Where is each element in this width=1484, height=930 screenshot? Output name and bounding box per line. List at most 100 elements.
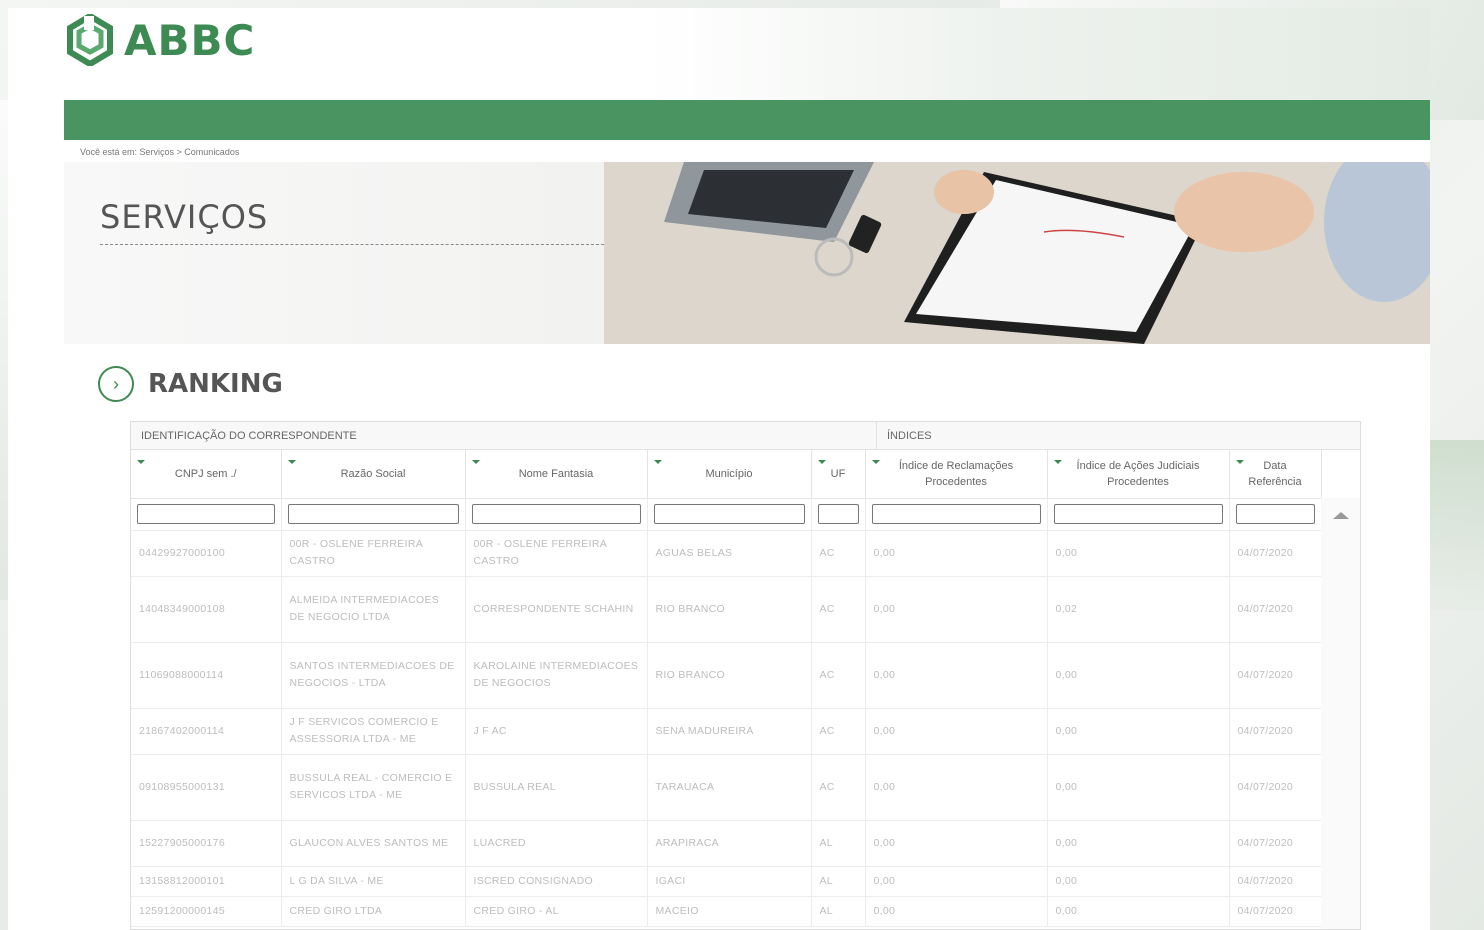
site-logo[interactable]: ABBC (64, 14, 255, 66)
filter-row (131, 498, 1322, 531)
table-cell: 15227905000176 (131, 820, 282, 867)
group-header-indices: ÍNDICES (887, 430, 932, 442)
table-cell: 04/07/2020 (1229, 866, 1322, 897)
ranking-table: IDENTIFICAÇÃO DO CORRESPONDENTE ÍNDICES … (130, 421, 1361, 930)
chevron-right-circle-icon: › (98, 366, 134, 402)
table-row[interactable]: 14048349000108 ALMEIDA INTERMEDIACOES DE … (131, 576, 1322, 643)
table-cell: ARAPIRACA (647, 820, 812, 867)
logo-mark-icon (67, 14, 113, 66)
filter-input-cnpj[interactable] (137, 503, 275, 524)
table-cell: CRED GIRO - AL (465, 896, 648, 927)
table-cell: 00R - OSLENE FERREIRA CASTRO (465, 530, 648, 577)
table-cell: RIO BRANCO (647, 576, 812, 643)
table-cell: 09108955000131 (131, 754, 282, 821)
table-cell: 04/07/2020 (1229, 754, 1322, 821)
sort-icon[interactable] (653, 460, 662, 464)
section-title: RANKING (148, 369, 283, 399)
column-header-uf[interactable]: UF (811, 450, 866, 499)
breadcrumb: Você está em: Serviços > Comunicados (80, 147, 240, 157)
table-cell: BUSSULA REAL - COMERCIO E SERVICOS LTDA … (281, 754, 466, 821)
table-cell: 0,00 (1047, 530, 1230, 577)
filter-input-uf[interactable] (817, 503, 859, 524)
table-cell: AC (811, 530, 866, 577)
table-cell: 04/07/2020 (1229, 530, 1322, 577)
column-header-municipio[interactable]: Município (647, 450, 812, 499)
filter-input-indice-acoes[interactable] (1053, 503, 1223, 524)
table-cell: 0,00 (1047, 642, 1230, 709)
column-header-indice-reclamacoes[interactable]: Índice de Reclamações Procedentes (865, 450, 1048, 499)
table-cell: 00R - OSLENE FERREIRA CASTRO (281, 530, 466, 577)
sort-icon[interactable] (1053, 460, 1062, 464)
table-cell: 04/07/2020 (1229, 576, 1322, 643)
table-cell: 21867402000114 (131, 708, 282, 755)
sort-icon[interactable] (287, 460, 296, 464)
hero-photo (604, 162, 1430, 344)
data-grid: CNPJ sem ./ Razão Social Nome Fantasia M… (131, 450, 1322, 927)
table-cell: 12591200000145 (131, 896, 282, 927)
filter-input-municipio[interactable] (653, 503, 805, 524)
table-cell: 0,00 (865, 530, 1048, 577)
navigation-bar (64, 100, 1430, 140)
table-cell: 0,00 (865, 754, 1048, 821)
table-cell: CORRESPONDENTE SCHAHIN (465, 576, 648, 643)
table-cell: 0,00 (1047, 896, 1230, 927)
table-row[interactable]: 04429927000100 00R - OSLENE FERREIRA CAST… (131, 530, 1322, 577)
table-cell: AL (811, 820, 866, 867)
background-shape (1430, 440, 1484, 610)
column-header-cnpj[interactable]: CNPJ sem ./ (131, 450, 282, 499)
sort-icon[interactable] (871, 460, 880, 464)
sort-icon[interactable] (137, 460, 145, 464)
vertical-scrollbar[interactable] (1321, 498, 1360, 929)
table-cell: 0,00 (865, 866, 1048, 897)
hero-banner: SERVIÇOS (64, 162, 1430, 344)
page-title: SERVIÇOS (100, 198, 269, 236)
table-cell: 0,00 (1047, 866, 1230, 897)
table-cell: TARAUACA (647, 754, 812, 821)
table-cell: J F SERVICOS COMERCIO E ASSESSORIA LTDA … (281, 708, 466, 755)
column-header-razao-social[interactable]: Razão Social (281, 450, 466, 499)
table-cell: 0,02 (1047, 576, 1230, 643)
sort-icon[interactable] (817, 460, 826, 464)
page-container: ABBC Você está em: Serviços > Comunicado… (8, 8, 1430, 930)
table-row[interactable]: 21867402000114 J F SERVICOS COMERCIO E AS… (131, 708, 1322, 755)
table-cell: ALMEIDA INTERMEDIACOES DE NEGOCIO LTDA (281, 576, 466, 643)
table-cell: AC (811, 576, 866, 643)
table-cell: MACEIO (647, 896, 812, 927)
column-header-indice-acoes[interactable]: Índice de Ações Judiciais Procedentes (1047, 450, 1230, 499)
table-cell: SENA MADUREIRA (647, 708, 812, 755)
sort-icon[interactable] (471, 460, 480, 464)
table-cell: AC (811, 642, 866, 709)
table-cell: KAROLAINE INTERMEDIACOES DE NEGOCIOS (465, 642, 648, 709)
table-row[interactable]: 11069088000114 SANTOS INTERMEDIACOES DE N… (131, 642, 1322, 709)
filter-input-razao-social[interactable] (287, 503, 459, 524)
filter-input-indice-reclamacoes[interactable] (871, 503, 1041, 524)
table-cell: 0,00 (865, 820, 1048, 867)
table-row[interactable]: 12591200000145 CRED GIRO LTDA CRED GIRO - … (131, 896, 1322, 927)
table-cell: 04/07/2020 (1229, 708, 1322, 755)
table-row[interactable]: 13158812000101 L G DA SILVA - ME ISCRED CO… (131, 866, 1322, 897)
table-cell: 04/07/2020 (1229, 896, 1322, 927)
table-cell: ISCRED CONSIGNADO (465, 866, 648, 897)
table-cell: 0,00 (865, 642, 1048, 709)
table-cell: 04/07/2020 (1229, 642, 1322, 709)
sort-icon[interactable] (1235, 460, 1244, 464)
table-cell: 0,00 (1047, 754, 1230, 821)
column-header-data-referencia[interactable]: Data Referência (1229, 450, 1322, 499)
table-cell: IGACI (647, 866, 812, 897)
site-header: ABBC (8, 8, 1430, 100)
table-cell: AGUAS BELAS (647, 530, 812, 577)
table-cell: L G DA SILVA - ME (281, 866, 466, 897)
table-cell: RIO BRANCO (647, 642, 812, 709)
table-cell: CRED GIRO LTDA (281, 896, 466, 927)
table-cell: AC (811, 754, 866, 821)
table-row[interactable]: 09108955000131 BUSSULA REAL - COMERCIO E … (131, 754, 1322, 821)
table-cell: AC (811, 708, 866, 755)
table-cell: 0,00 (865, 708, 1048, 755)
table-cell: SANTOS INTERMEDIACOES DE NEGOCIOS - LTDA (281, 642, 466, 709)
filter-input-nome-fantasia[interactable] (471, 503, 641, 524)
table-row[interactable]: 15227905000176 GLAUCON ALVES SANTOS ME LUA… (131, 820, 1322, 867)
scroll-up-arrow-icon[interactable] (1333, 512, 1349, 519)
filter-input-data-referencia[interactable] (1235, 503, 1315, 524)
column-header-nome-fantasia[interactable]: Nome Fantasia (465, 450, 648, 499)
table-cell: GLAUCON ALVES SANTOS ME (281, 820, 466, 867)
